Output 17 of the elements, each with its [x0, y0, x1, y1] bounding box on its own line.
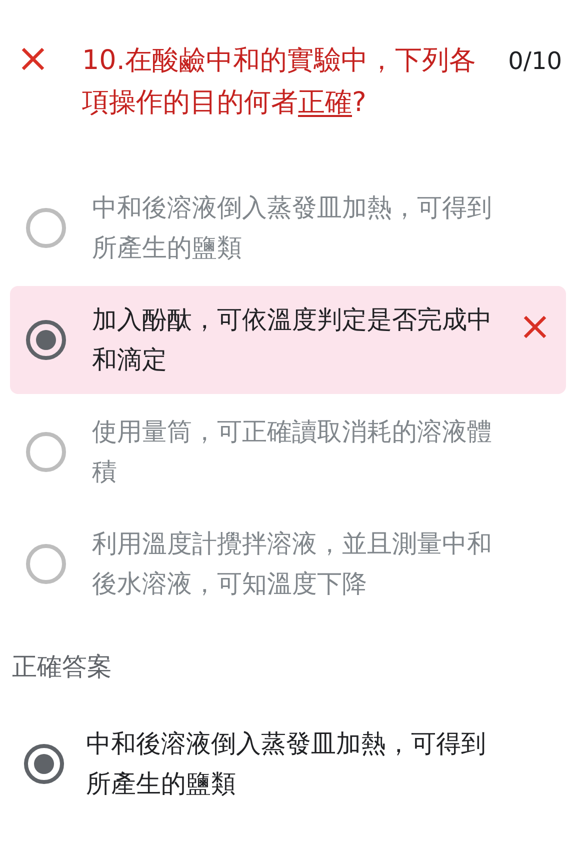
- radio-button[interactable]: [26, 320, 66, 360]
- selected-answer-row[interactable]: 加入酚酞，可依溫度判定是否完成中和滴定: [10, 286, 566, 394]
- correct-answer-heading: 正確答案: [11, 651, 113, 683]
- answer-option[interactable]: 使用量筒，可正確讀取消耗的溶液體積: [10, 398, 566, 506]
- answer-option[interactable]: 利用溫度計攪拌溶液，並且測量中和後水溶液，可知溫度下降: [10, 510, 566, 618]
- answer-option[interactable]: 中和後溶液倒入蒸發皿加熱，可得到所產生的鹽類: [10, 174, 566, 282]
- question-text: 10.在酸鹼中和的實驗中，下列各項操作的目的何者正確?: [81, 44, 477, 120]
- radio-button[interactable]: [26, 544, 66, 584]
- correct-answer-label: 中和後溶液倒入蒸發皿加熱，可得到所產生的鹽類: [85, 728, 487, 800]
- option-label: 中和後溶液倒入蒸發皿加熱，可得到所產生的鹽類: [91, 192, 493, 264]
- radio-button[interactable]: [26, 208, 66, 248]
- score: 0/10: [507, 46, 562, 77]
- option-label: 使用量筒，可正確讀取消耗的溶液體積: [91, 416, 493, 488]
- radio-button[interactable]: [24, 744, 64, 784]
- radio-button[interactable]: [26, 432, 66, 472]
- option-label: 加入酚酞，可依溫度判定是否完成中和滴定: [91, 304, 493, 376]
- option-label: 利用溫度計攪拌溶液，並且測量中和後水溶液，可知溫度下降: [91, 528, 493, 600]
